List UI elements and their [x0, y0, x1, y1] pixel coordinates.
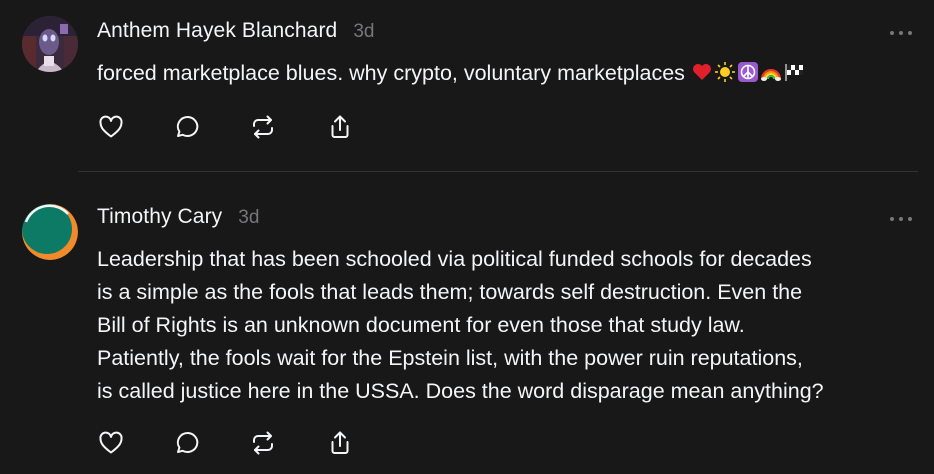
sun-emoji	[714, 62, 735, 82]
avatar[interactable]	[22, 16, 78, 72]
author-name[interactable]: Timothy Cary	[97, 205, 222, 229]
more-options-icon[interactable]	[890, 28, 912, 38]
post: Timothy Cary 3d Leadership that has been…	[0, 172, 934, 474]
heart-icon[interactable]	[97, 429, 125, 457]
share-icon[interactable]	[326, 429, 354, 457]
comment-icon[interactable]	[174, 113, 202, 141]
post-text: forced marketplace blues. why crypto, vo…	[97, 57, 920, 90]
post-header: Anthem Hayek Blanchard 3d	[97, 19, 374, 49]
post-time[interactable]: 3d	[353, 21, 374, 43]
repost-icon[interactable]	[249, 429, 277, 457]
action-bar	[97, 113, 367, 143]
heart-emoji	[692, 64, 711, 80]
post-time[interactable]: 3d	[238, 207, 259, 229]
heart-icon[interactable]	[97, 113, 125, 141]
share-icon[interactable]	[326, 113, 354, 141]
emoji-row	[691, 61, 805, 83]
rainbow-emoji	[760, 69, 781, 81]
peace-emoji	[737, 62, 758, 82]
post: Anthem Hayek Blanchard 3d forced marketp…	[0, 0, 934, 171]
author-name[interactable]: Anthem Hayek Blanchard	[97, 19, 337, 43]
post-text-content: forced marketplace blues. why crypto, vo…	[97, 61, 685, 85]
repost-icon[interactable]	[249, 113, 277, 141]
post-header: Timothy Cary 3d	[97, 205, 259, 235]
comment-icon[interactable]	[174, 429, 202, 457]
action-bar	[97, 429, 367, 459]
more-options-icon[interactable]	[890, 214, 912, 224]
checkered-flag-emoji	[785, 64, 803, 81]
post-text: Leadership that has been schooled via po…	[97, 247, 824, 403]
avatar[interactable]	[22, 204, 78, 260]
